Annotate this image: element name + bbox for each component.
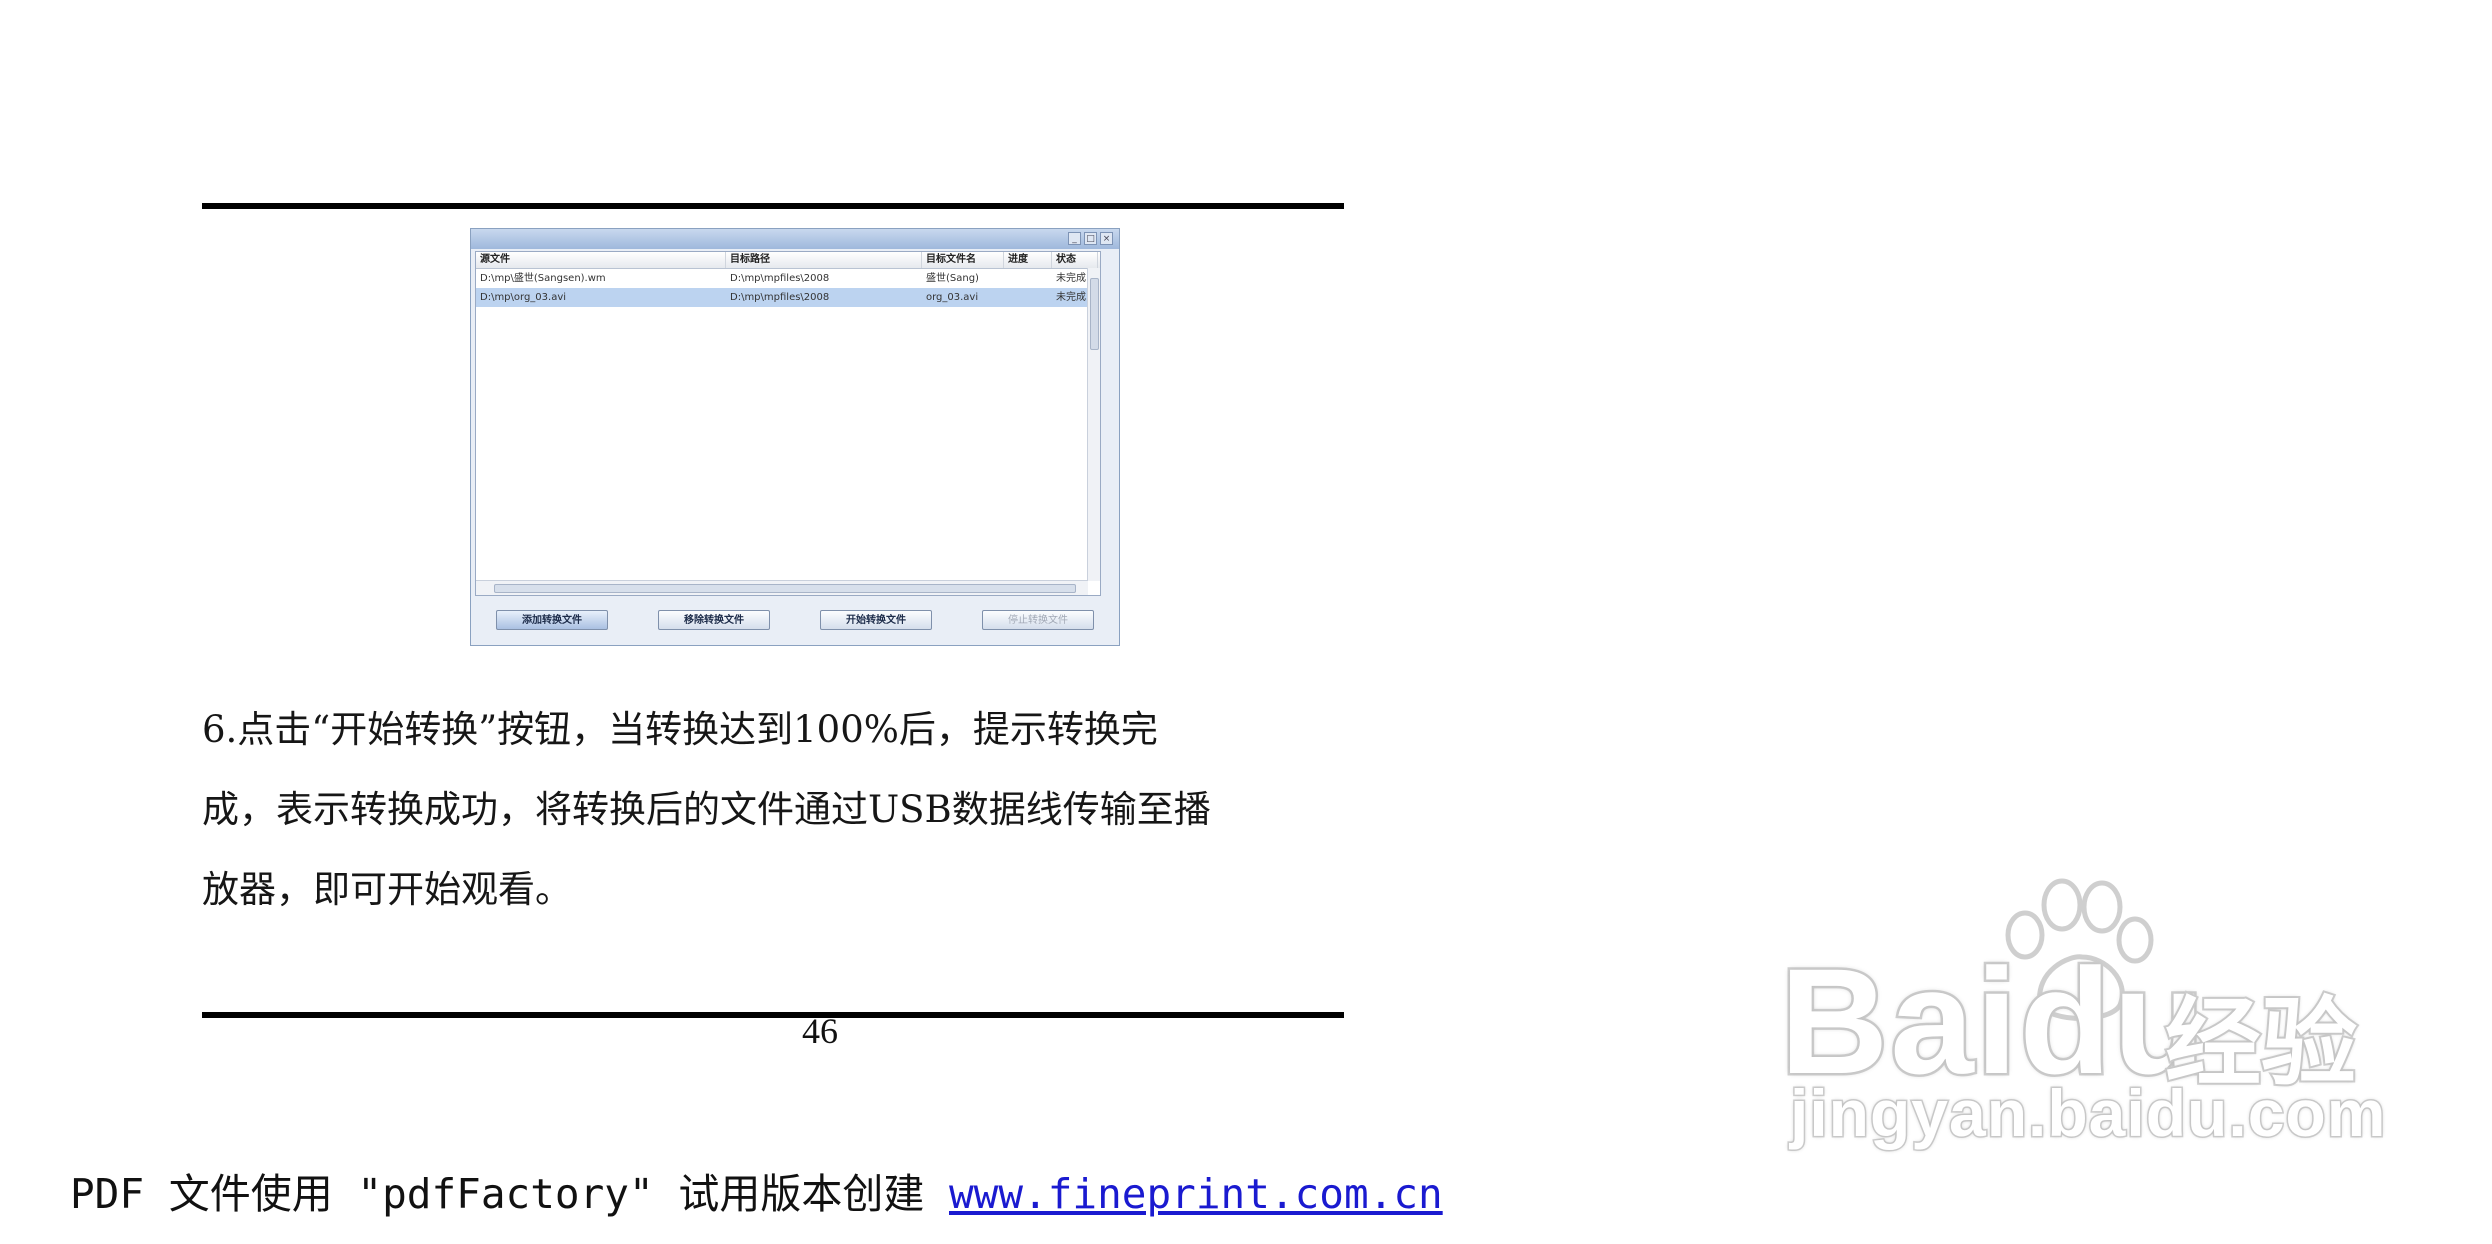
remove-file-button[interactable]: 移除转换文件 <box>658 610 770 630</box>
cell-progress <box>1004 288 1052 307</box>
close-icon[interactable]: × <box>1100 232 1113 245</box>
maximize-icon[interactable]: □ <box>1084 232 1097 245</box>
vertical-scroll-thumb[interactable] <box>1090 278 1099 350</box>
cell-target-name: org_03.avi <box>926 292 979 303</box>
cell-source: D:\mp\org_03.avi <box>480 292 567 303</box>
footer: PDF 文件使用 "pdfFactory" 试用版本创建 www.finepri… <box>70 1160 1443 1220</box>
add-file-button[interactable]: 添加转换文件 <box>496 610 608 630</box>
column-target-path[interactable]: 目标路径 <box>726 252 922 268</box>
app-titlebar: _ □ × <box>471 229 1119 249</box>
paragraph-line-2: 成，表示转换成功，将转换后的文件通过USB数据线传输至播 <box>202 788 1211 831</box>
page-number: 46 <box>802 1011 838 1051</box>
cell-target-path: D:\mp\mpfiles\2008 <box>730 273 830 284</box>
action-buttons: 添加转换文件 移除转换文件 开始转换文件 停止转换文件 <box>471 601 1119 639</box>
minimize-icon[interactable]: _ <box>1068 232 1081 245</box>
cell-progress <box>1004 269 1052 288</box>
footer-text: PDF 文件使用 "pdfFactory" 试用版本创建 <box>70 1170 949 1218</box>
column-target-name[interactable]: 目标文件名 <box>922 252 1004 268</box>
top-rule <box>202 203 1344 209</box>
cell-target-name: 盛世(Sang) <box>926 273 979 284</box>
watermark-domain: jingyan.baidu.com <box>1788 1075 2387 1152</box>
file-list-header: 源文件 目标路径 目标文件名 进度 状态 <box>476 252 1100 269</box>
column-progress[interactable]: 进度 <box>1004 252 1052 268</box>
vertical-scrollbar[interactable] <box>1087 268 1100 581</box>
file-list[interactable]: 源文件 目标路径 目标文件名 进度 状态 D:\mp\盛世(Sangsen).w… <box>475 251 1101 596</box>
cell-source: D:\mp\盛世(Sangsen).wm <box>480 273 606 284</box>
paragraph-line-3: 放器，即可开始观看。 <box>202 868 572 911</box>
column-status[interactable]: 状态 <box>1052 252 1098 268</box>
stop-convert-button: 停止转换文件 <box>982 610 1094 630</box>
horizontal-scrollbar[interactable] <box>476 580 1088 595</box>
table-row[interactable]: D:\mp\盛世(Sangsen).wm D:\mp\mpfiles\2008 … <box>476 269 1100 288</box>
window-controls: _ □ × <box>1068 232 1113 245</box>
footer-link[interactable]: www.fineprint.com.cn <box>949 1170 1443 1218</box>
table-row-selected[interactable]: D:\mp\org_03.avi D:\mp\mpfiles\2008 org_… <box>476 288 1100 307</box>
cell-target-path: D:\mp\mpfiles\2008 <box>730 292 830 303</box>
start-convert-button[interactable]: 开始转换文件 <box>820 610 932 630</box>
horizontal-scroll-thumb[interactable] <box>494 584 1076 593</box>
instruction-paragraph: 6.点击“开始转换”按钮，当转换达到100%后，提示转换完 成，表示转换成功，将… <box>202 690 1347 930</box>
baidu-jingyan-watermark: Baidu 经验 jingyan.baidu.com <box>1778 875 2387 1165</box>
embedded-app-screenshot: _ □ × 源文件 目标路径 目标文件名 进度 状态 D:\mp\盛世(Sang… <box>470 228 1120 646</box>
paragraph-line-1: 6.点击“开始转换”按钮，当转换达到100%后，提示转换完 <box>202 708 1158 751</box>
column-source[interactable]: 源文件 <box>476 252 726 268</box>
